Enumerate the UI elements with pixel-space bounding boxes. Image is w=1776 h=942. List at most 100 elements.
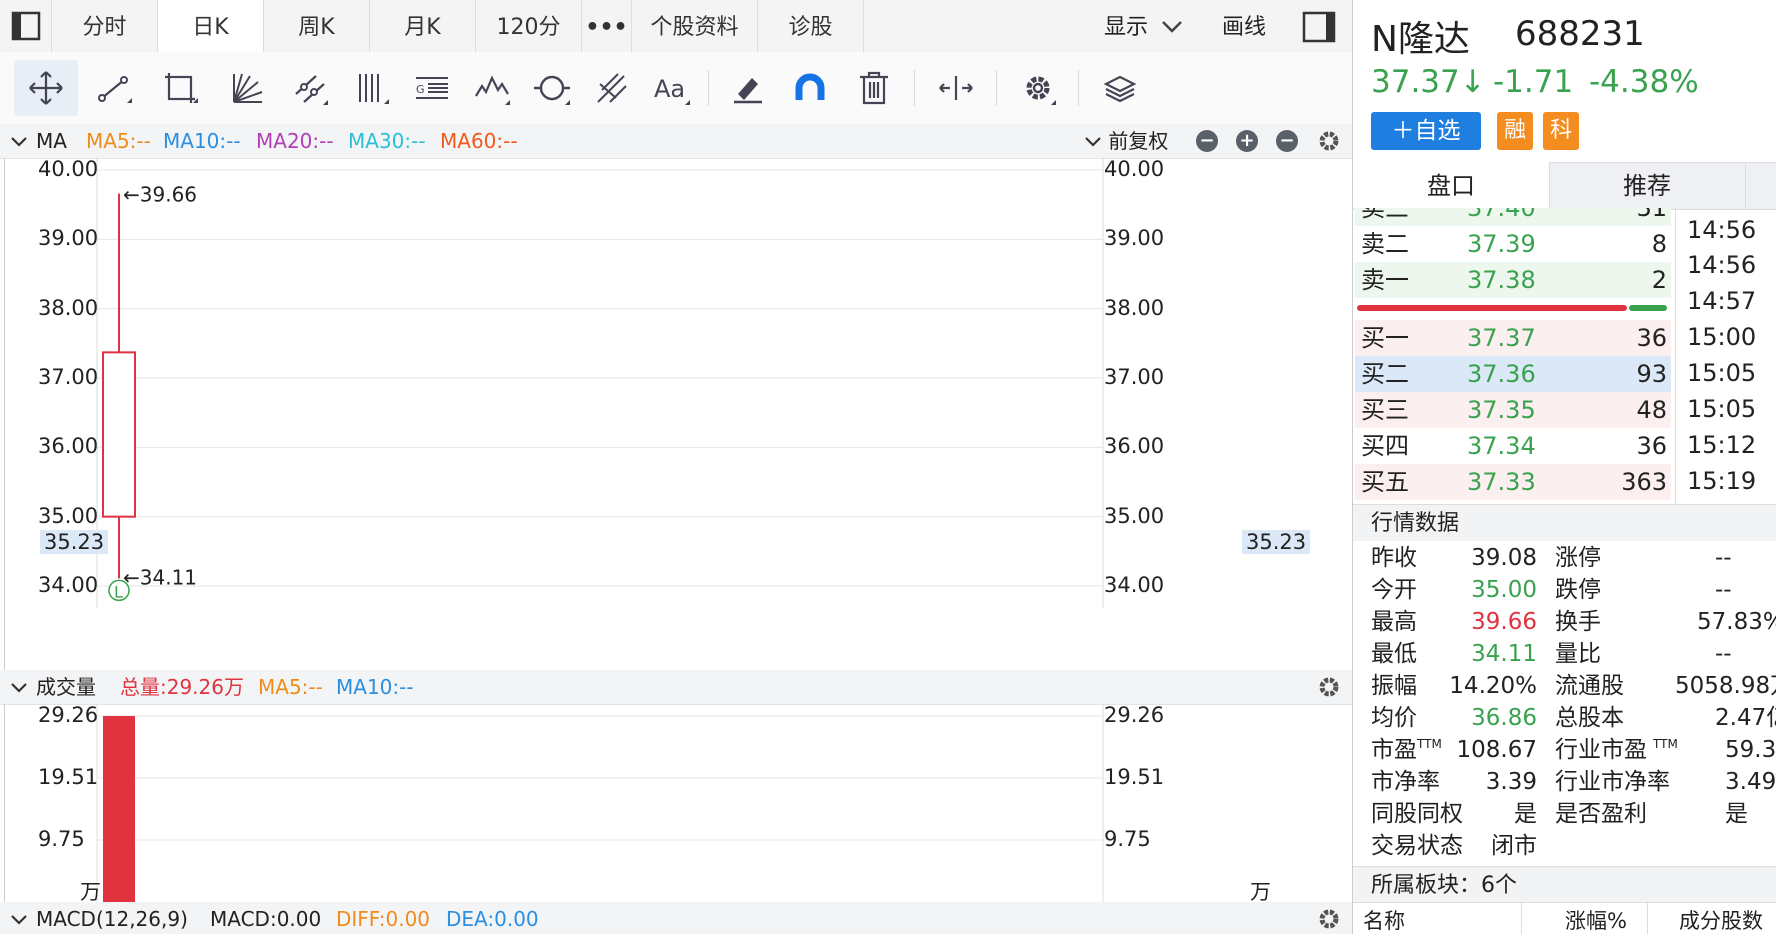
- chevron-down-icon: [11, 137, 27, 147]
- macd-value: MACD:0.00: [210, 907, 322, 931]
- cycle-tool-button[interactable]: [520, 60, 584, 116]
- tab-weekly-k[interactable]: 周K: [264, 0, 370, 52]
- quote-row: 市盈TTM108.67行业市盈TTM59.32: [1353, 734, 1776, 766]
- display-dropdown[interactable]: 显示: [1104, 0, 1183, 52]
- fan-lines-icon: [233, 73, 263, 103]
- col-name[interactable]: 名称: [1363, 903, 1405, 934]
- line-segment-tool-button[interactable]: [82, 60, 146, 116]
- expand-chart-button[interactable]: [924, 60, 988, 116]
- quote-label: 换手: [1555, 609, 1601, 635]
- minus-icon: −: [1199, 130, 1215, 151]
- sell-strength-bar: [1629, 305, 1667, 311]
- quote-header: 行情数据: [1353, 504, 1776, 541]
- order-qty: 93: [1636, 360, 1667, 388]
- vertical-lines-icon: [359, 74, 389, 104]
- tab-fenshi[interactable]: 分时: [52, 0, 158, 52]
- pitchfork-tool-button[interactable]: [580, 60, 644, 116]
- parallel-channel-tool-button[interactable]: [278, 60, 342, 116]
- col-pct[interactable]: 涨幅%: [1565, 903, 1627, 934]
- toggle-left-panel-button[interactable]: [0, 0, 52, 52]
- tab-diagnosis[interactable]: 诊股: [758, 0, 864, 52]
- tab-stock-info[interactable]: 个股资料: [632, 0, 758, 52]
- order-price: 37.39: [1467, 230, 1536, 258]
- volume-total: 总量:29.26万: [120, 675, 244, 699]
- move-tool-button[interactable]: [14, 60, 78, 116]
- wave-tool-button[interactable]: [460, 60, 524, 116]
- order-price: 37.38: [1467, 266, 1536, 294]
- zoom-out-button[interactable]: −: [1196, 130, 1218, 152]
- top-tab-bar: 分时 日K 周K 月K 120分 ••• 个股资料 诊股 显示 画线: [0, 0, 1352, 53]
- toggle-right-panel-button[interactable]: [1302, 11, 1336, 47]
- adjust-dropdown[interactable]: 前复权: [1084, 124, 1168, 158]
- current-price-tag-right: 35.23: [1242, 530, 1311, 554]
- ma20-label: MA20:--: [256, 129, 334, 153]
- tick-time: 15:05: [1687, 395, 1757, 423]
- quote-value: 34.11: [1471, 641, 1537, 667]
- macd-legend-bar: MACD(12,26,9) MACD:0.00 DIFF:0.00 DEA:0.…: [0, 902, 1352, 934]
- candle-body: [102, 351, 136, 518]
- sell-row: 卖一 37.38 2: [1355, 262, 1671, 298]
- fan-lines-tool-button[interactable]: [216, 60, 280, 116]
- remove-indicator-button[interactable]: −: [1276, 130, 1298, 152]
- order-qty: 36: [1636, 432, 1667, 460]
- star-market-badge: 科: [1543, 112, 1579, 150]
- quote-value: --: [1715, 545, 1732, 571]
- vertical-lines-tool-button[interactable]: [340, 60, 404, 116]
- collapse-macd-button[interactable]: [10, 902, 28, 936]
- adjust-label: 前复权: [1108, 129, 1169, 153]
- svg-text:Aa: Aa: [654, 75, 685, 103]
- buy-row: 买四 37.34 36: [1355, 428, 1671, 464]
- current-price-tag-left: 35.23: [40, 530, 109, 554]
- quote-value: 36.86: [1471, 705, 1537, 731]
- volume-tick-left: 29.26: [38, 703, 99, 727]
- tab-pankou[interactable]: 盘口: [1353, 162, 1550, 208]
- sector-label: 所属板块：6个: [1371, 873, 1517, 898]
- volume-chart[interactable]: [4, 704, 1349, 902]
- more-tabs-button[interactable]: •••: [582, 0, 632, 52]
- rectangle-tool-button[interactable]: [148, 60, 212, 116]
- draw-line-button[interactable]: 画线: [1222, 0, 1266, 52]
- add-watchlist-button[interactable]: ＋自选: [1371, 112, 1481, 150]
- tab-120min[interactable]: 120分: [476, 0, 582, 52]
- chart-settings-button[interactable]: [1006, 60, 1070, 116]
- collapse-volume-button[interactable]: [10, 670, 28, 704]
- quote-value: 5058.98万: [1675, 673, 1776, 699]
- collapse-ma-button[interactable]: [10, 124, 28, 158]
- quote-value: 3.49: [1725, 769, 1776, 795]
- quote-label: 最高: [1371, 609, 1417, 635]
- col-stock-count[interactable]: 成分股数: [1679, 903, 1763, 934]
- delete-drawings-button[interactable]: [842, 60, 906, 116]
- layers-button[interactable]: [1088, 60, 1152, 116]
- magnet-icon: [795, 73, 825, 100]
- tick-time: 14:57: [1687, 287, 1757, 315]
- magnet-tool-button[interactable]: [778, 60, 842, 116]
- quote-header-label: 行情数据: [1371, 511, 1460, 536]
- rectangle-icon: [165, 73, 198, 103]
- tab-recommend[interactable]: 推荐: [1549, 162, 1746, 208]
- order-label: 买一: [1361, 324, 1409, 352]
- quote-label: 昨收: [1371, 545, 1417, 571]
- eraser-icon: [734, 78, 762, 104]
- ma5-label: MA5:--: [86, 129, 151, 153]
- order-label: 买五: [1361, 468, 1409, 496]
- zoom-in-button[interactable]: +: [1236, 130, 1258, 152]
- order-label: 买三: [1361, 396, 1409, 424]
- text-tool-button[interactable]: Aa: [640, 60, 704, 116]
- parallel-channel-icon: [295, 75, 328, 105]
- eraser-tool-button[interactable]: [716, 60, 780, 116]
- quote-label: 市盈: [1371, 737, 1417, 763]
- quote-value: 35.00: [1471, 577, 1537, 603]
- price-tick-left: 39.00: [38, 226, 99, 251]
- tick-time: 15:00: [1687, 323, 1757, 351]
- macd-settings-button[interactable]: [1316, 906, 1342, 942]
- tab-daily-k[interactable]: 日K: [158, 0, 264, 52]
- volume-tick-right: 29.26: [1104, 703, 1165, 727]
- chevron-down-icon: [11, 683, 27, 693]
- volume-legend-bar: 成交量 总量:29.26万 MA5:-- MA10:--: [0, 670, 1352, 705]
- trash-icon: [860, 71, 888, 105]
- order-label: 卖二: [1361, 230, 1409, 258]
- cycle-icon: [534, 75, 570, 105]
- fibonacci-tool-button[interactable]: G: [400, 60, 464, 116]
- tab-monthly-k[interactable]: 月K: [370, 0, 476, 52]
- volume-ma5: MA5:--: [258, 675, 323, 699]
